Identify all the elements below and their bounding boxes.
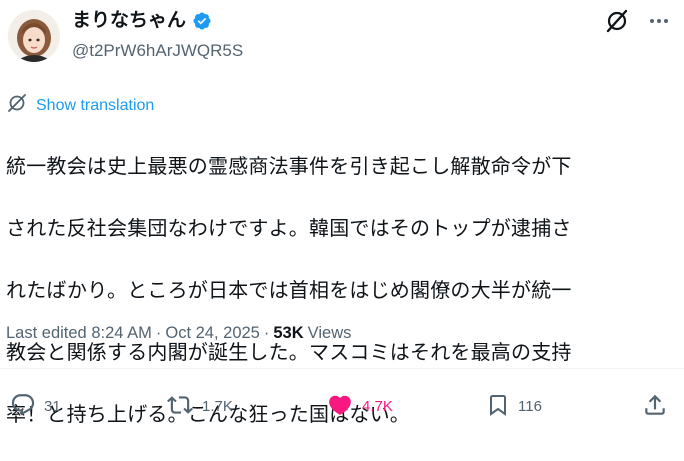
- author-name-row[interactable]: まりなちゃん: [72, 8, 212, 34]
- meta-separator: ·: [263, 324, 270, 342]
- bookmark-count: 116: [518, 398, 542, 415]
- reply-count: 31: [44, 398, 61, 415]
- author-display-name[interactable]: まりなちゃん: [72, 8, 186, 34]
- repost-count: 1.7K: [202, 398, 233, 415]
- repost-icon: [166, 392, 194, 422]
- more-options-icon[interactable]: [648, 10, 670, 32]
- reply-icon: [10, 392, 36, 422]
- verified-badge-icon[interactable]: [192, 11, 212, 31]
- last-edited-link[interactable]: Last edited 8:24 AM: [6, 322, 152, 344]
- tweet-line: れたばかり。ところが日本では首相をはじめ閣僚の大半が統一: [6, 278, 572, 302]
- tweet-header-actions: [604, 8, 670, 34]
- share-icon: [642, 392, 668, 422]
- divider: [0, 368, 684, 369]
- tweet-line: 統一教会は史上最悪の霊感商法事件を引き起こし解散命令が下: [6, 154, 572, 178]
- translate-icon: [6, 92, 28, 119]
- like-button[interactable]: 4.7K: [326, 392, 393, 422]
- tweet-time: 8:24 AM: [91, 324, 152, 342]
- repost-button[interactable]: 1.7K: [166, 392, 233, 422]
- grok-icon[interactable]: [604, 8, 630, 34]
- author-handle[interactable]: @t2PrW6hArJWQR5S: [72, 40, 243, 62]
- bookmark-icon: [486, 392, 510, 422]
- tweet-meta: Last edited 8:24 AM · Oct 24, 2025 · 53K…: [6, 322, 351, 344]
- avatar[interactable]: [8, 10, 60, 62]
- bookmark-button[interactable]: 116: [486, 392, 542, 422]
- tweet-date[interactable]: Oct 24, 2025: [165, 322, 259, 344]
- reply-button[interactable]: 31: [10, 392, 61, 422]
- edited-prefix: Last edited: [6, 324, 87, 342]
- views-count[interactable]: 53K: [273, 322, 303, 344]
- heart-filled-icon: [326, 392, 354, 422]
- tweet-line: された反社会集団なわけですよ。韓国ではそのトップが逮捕さ: [6, 216, 572, 240]
- meta-separator: ·: [155, 324, 162, 342]
- share-button[interactable]: [642, 392, 668, 422]
- tweet-action-bar: 31 1.7K 4.7K 116: [0, 392, 684, 424]
- avatar-illustration: [8, 10, 60, 62]
- views-label: Views: [307, 324, 352, 342]
- show-translation-link[interactable]: Show translation: [6, 92, 154, 119]
- like-count: 4.7K: [362, 398, 393, 415]
- show-translation-label[interactable]: Show translation: [36, 97, 154, 115]
